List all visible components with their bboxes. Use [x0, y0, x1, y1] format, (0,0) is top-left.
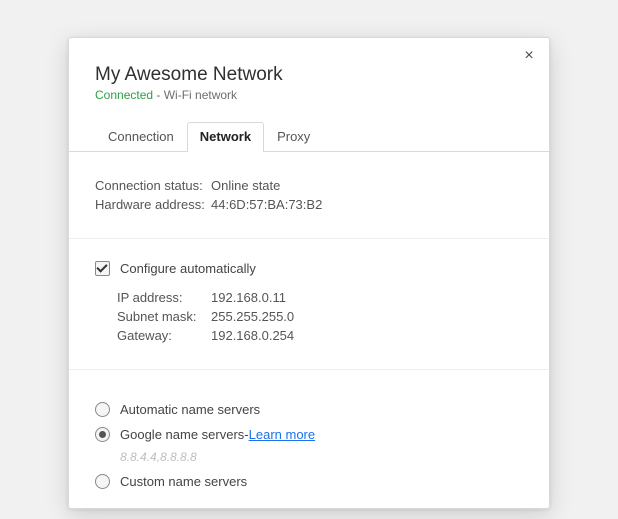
tab-proxy[interactable]: Proxy	[264, 122, 323, 152]
dialog-header: My Awesome Network Connected - Wi-Fi net…	[69, 38, 549, 102]
hardware-address-value: 44:6D:57:BA:73:B2	[211, 197, 322, 212]
gateway-label: Gateway:	[117, 328, 211, 343]
ip-config-section: Configure automatically IP address: 192.…	[69, 239, 549, 370]
ns-automatic-label: Automatic name servers	[120, 402, 260, 417]
status-section: Connection status: Online state Hardware…	[69, 152, 549, 239]
tab-bar: Connection Network Proxy	[69, 102, 549, 152]
ns-google-label: Google name servers	[120, 427, 244, 442]
network-panel: Connection status: Online state Hardware…	[69, 152, 549, 509]
network-settings-dialog: × My Awesome Network Connected - Wi-Fi n…	[68, 37, 550, 509]
subtitle-separator: -	[153, 88, 164, 102]
ns-automatic-radio[interactable]	[95, 402, 110, 417]
name-servers-section: Automatic name servers Google name serve…	[69, 370, 549, 509]
ns-automatic-row[interactable]: Automatic name servers	[95, 402, 523, 417]
tab-connection[interactable]: Connection	[95, 122, 187, 152]
connection-status-label: Connection status:	[95, 178, 211, 193]
ns-custom-row[interactable]: Custom name servers	[95, 474, 523, 489]
table-row: Subnet mask: 255.255.255.0	[117, 309, 523, 324]
ns-google-radio[interactable]	[95, 427, 110, 442]
ip-details: IP address: 192.168.0.11 Subnet mask: 25…	[95, 290, 523, 343]
close-icon[interactable]: ×	[519, 46, 539, 66]
table-row: Hardware address: 44:6D:57:BA:73:B2	[95, 197, 523, 212]
connection-status-value: Online state	[211, 178, 280, 193]
ns-custom-label: Custom name servers	[120, 474, 247, 489]
hardware-address-label: Hardware address:	[95, 197, 211, 212]
subnet-mask-value: 255.255.255.0	[211, 309, 294, 324]
connection-status-word: Connected	[95, 88, 153, 102]
network-name: My Awesome Network	[95, 64, 523, 86]
configure-automatically-row[interactable]: Configure automatically	[95, 261, 523, 276]
learn-more-link[interactable]: Learn more	[249, 427, 315, 442]
table-row: Connection status: Online state	[95, 178, 523, 193]
ns-google-values: 8.8.4.4,8.8.8.8	[120, 450, 523, 464]
table-row: Gateway: 192.168.0.254	[117, 328, 523, 343]
configure-automatically-checkbox[interactable]	[95, 261, 110, 276]
ip-address-label: IP address:	[117, 290, 211, 305]
network-subtitle: Connected - Wi-Fi network	[95, 88, 523, 102]
configure-automatically-label: Configure automatically	[120, 261, 256, 276]
ns-google-row[interactable]: Google name servers - Learn more	[95, 427, 523, 442]
ip-address-value: 192.168.0.11	[211, 290, 286, 305]
gateway-value: 192.168.0.254	[211, 328, 294, 343]
tab-network[interactable]: Network	[187, 122, 264, 152]
network-type: Wi-Fi network	[164, 88, 237, 102]
table-row: IP address: 192.168.0.11	[117, 290, 523, 305]
ns-custom-radio[interactable]	[95, 474, 110, 489]
subnet-mask-label: Subnet mask:	[117, 309, 211, 324]
